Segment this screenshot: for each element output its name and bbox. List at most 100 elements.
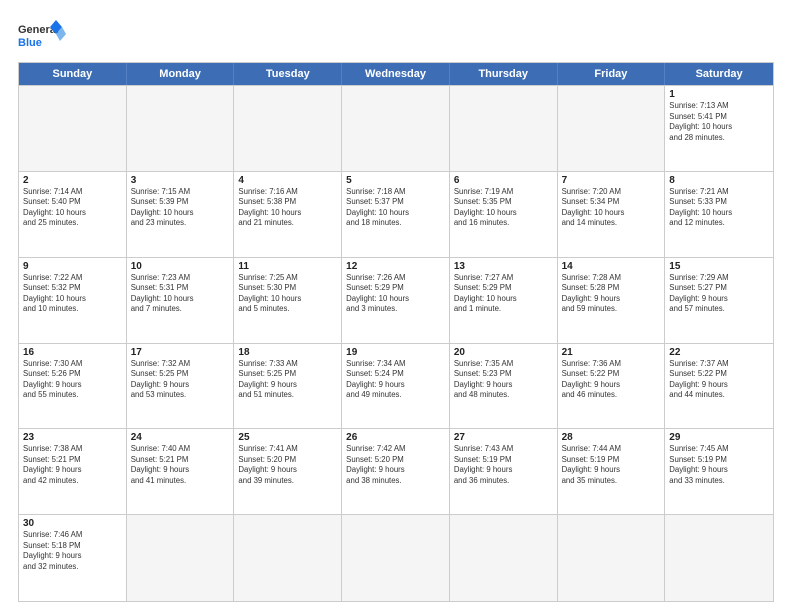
day-info: Sunrise: 7:37 AM Sunset: 5:22 PM Dayligh… [669, 359, 769, 401]
day-number: 19 [346, 347, 445, 358]
logo: General Blue [18, 18, 68, 56]
calendar-row-4: 23Sunrise: 7:38 AM Sunset: 5:21 PM Dayli… [19, 429, 773, 515]
calendar-cell-1-4: 6Sunrise: 7:19 AM Sunset: 5:35 PM Daylig… [450, 172, 558, 257]
day-info: Sunrise: 7:43 AM Sunset: 5:19 PM Dayligh… [454, 444, 553, 486]
day-number: 3 [131, 175, 230, 186]
day-info: Sunrise: 7:13 AM Sunset: 5:41 PM Dayligh… [669, 101, 769, 143]
day-info: Sunrise: 7:21 AM Sunset: 5:33 PM Dayligh… [669, 187, 769, 229]
day-info: Sunrise: 7:15 AM Sunset: 5:39 PM Dayligh… [131, 187, 230, 229]
day-number: 18 [238, 347, 337, 358]
calendar-cell-5-3 [342, 515, 450, 601]
day-info: Sunrise: 7:38 AM Sunset: 5:21 PM Dayligh… [23, 444, 122, 486]
day-info: Sunrise: 7:14 AM Sunset: 5:40 PM Dayligh… [23, 187, 122, 229]
calendar-cell-2-1: 10Sunrise: 7:23 AM Sunset: 5:31 PM Dayli… [127, 258, 235, 343]
day-info: Sunrise: 7:42 AM Sunset: 5:20 PM Dayligh… [346, 444, 445, 486]
day-number: 9 [23, 261, 122, 272]
calendar-cell-5-0: 30Sunrise: 7:46 AM Sunset: 5:18 PM Dayli… [19, 515, 127, 601]
calendar-cell-0-6: 1Sunrise: 7:13 AM Sunset: 5:41 PM Daylig… [665, 86, 773, 171]
day-info: Sunrise: 7:32 AM Sunset: 5:25 PM Dayligh… [131, 359, 230, 401]
calendar-cell-3-4: 20Sunrise: 7:35 AM Sunset: 5:23 PM Dayli… [450, 344, 558, 429]
day-info: Sunrise: 7:41 AM Sunset: 5:20 PM Dayligh… [238, 444, 337, 486]
calendar-row-3: 16Sunrise: 7:30 AM Sunset: 5:26 PM Dayli… [19, 344, 773, 430]
calendar-row-2: 9Sunrise: 7:22 AM Sunset: 5:32 PM Daylig… [19, 258, 773, 344]
day-number: 23 [23, 432, 122, 443]
calendar-cell-0-1 [127, 86, 235, 171]
day-number: 24 [131, 432, 230, 443]
calendar-cell-2-3: 12Sunrise: 7:26 AM Sunset: 5:29 PM Dayli… [342, 258, 450, 343]
calendar-cell-5-4 [450, 515, 558, 601]
calendar-cell-3-6: 22Sunrise: 7:37 AM Sunset: 5:22 PM Dayli… [665, 344, 773, 429]
day-number: 8 [669, 175, 769, 186]
calendar-cell-0-2 [234, 86, 342, 171]
day-info: Sunrise: 7:25 AM Sunset: 5:30 PM Dayligh… [238, 273, 337, 315]
calendar: SundayMondayTuesdayWednesdayThursdayFrid… [18, 62, 774, 602]
calendar-cell-4-5: 28Sunrise: 7:44 AM Sunset: 5:19 PM Dayli… [558, 429, 666, 514]
calendar-cell-2-5: 14Sunrise: 7:28 AM Sunset: 5:28 PM Dayli… [558, 258, 666, 343]
calendar-cell-4-2: 25Sunrise: 7:41 AM Sunset: 5:20 PM Dayli… [234, 429, 342, 514]
calendar-cell-1-0: 2Sunrise: 7:14 AM Sunset: 5:40 PM Daylig… [19, 172, 127, 257]
day-number: 13 [454, 261, 553, 272]
day-info: Sunrise: 7:22 AM Sunset: 5:32 PM Dayligh… [23, 273, 122, 315]
calendar-cell-0-3 [342, 86, 450, 171]
calendar-cell-2-2: 11Sunrise: 7:25 AM Sunset: 5:30 PM Dayli… [234, 258, 342, 343]
weekday-header-saturday: Saturday [665, 63, 773, 85]
day-info: Sunrise: 7:29 AM Sunset: 5:27 PM Dayligh… [669, 273, 769, 315]
weekday-header-thursday: Thursday [450, 63, 558, 85]
day-number: 12 [346, 261, 445, 272]
calendar-row-1: 2Sunrise: 7:14 AM Sunset: 5:40 PM Daylig… [19, 172, 773, 258]
day-info: Sunrise: 7:27 AM Sunset: 5:29 PM Dayligh… [454, 273, 553, 315]
calendar-cell-3-1: 17Sunrise: 7:32 AM Sunset: 5:25 PM Dayli… [127, 344, 235, 429]
calendar-cell-4-6: 29Sunrise: 7:45 AM Sunset: 5:19 PM Dayli… [665, 429, 773, 514]
day-number: 17 [131, 347, 230, 358]
day-number: 15 [669, 261, 769, 272]
calendar-cell-4-0: 23Sunrise: 7:38 AM Sunset: 5:21 PM Dayli… [19, 429, 127, 514]
day-info: Sunrise: 7:18 AM Sunset: 5:37 PM Dayligh… [346, 187, 445, 229]
calendar-cell-4-1: 24Sunrise: 7:40 AM Sunset: 5:21 PM Dayli… [127, 429, 235, 514]
calendar-cell-0-4 [450, 86, 558, 171]
day-number: 21 [562, 347, 661, 358]
calendar-cell-2-4: 13Sunrise: 7:27 AM Sunset: 5:29 PM Dayli… [450, 258, 558, 343]
calendar-cell-3-2: 18Sunrise: 7:33 AM Sunset: 5:25 PM Dayli… [234, 344, 342, 429]
day-number: 29 [669, 432, 769, 443]
calendar-cell-1-6: 8Sunrise: 7:21 AM Sunset: 5:33 PM Daylig… [665, 172, 773, 257]
calendar-cell-1-2: 4Sunrise: 7:16 AM Sunset: 5:38 PM Daylig… [234, 172, 342, 257]
day-number: 4 [238, 175, 337, 186]
calendar-cell-3-0: 16Sunrise: 7:30 AM Sunset: 5:26 PM Dayli… [19, 344, 127, 429]
day-number: 20 [454, 347, 553, 358]
day-info: Sunrise: 7:28 AM Sunset: 5:28 PM Dayligh… [562, 273, 661, 315]
day-number: 10 [131, 261, 230, 272]
day-info: Sunrise: 7:40 AM Sunset: 5:21 PM Dayligh… [131, 444, 230, 486]
calendar-cell-2-6: 15Sunrise: 7:29 AM Sunset: 5:27 PM Dayli… [665, 258, 773, 343]
day-info: Sunrise: 7:23 AM Sunset: 5:31 PM Dayligh… [131, 273, 230, 315]
calendar-cell-1-5: 7Sunrise: 7:20 AM Sunset: 5:34 PM Daylig… [558, 172, 666, 257]
day-info: Sunrise: 7:33 AM Sunset: 5:25 PM Dayligh… [238, 359, 337, 401]
day-info: Sunrise: 7:20 AM Sunset: 5:34 PM Dayligh… [562, 187, 661, 229]
calendar-cell-1-1: 3Sunrise: 7:15 AM Sunset: 5:39 PM Daylig… [127, 172, 235, 257]
page-header: General Blue [18, 18, 774, 56]
day-info: Sunrise: 7:35 AM Sunset: 5:23 PM Dayligh… [454, 359, 553, 401]
day-number: 25 [238, 432, 337, 443]
day-number: 7 [562, 175, 661, 186]
weekday-header-wednesday: Wednesday [342, 63, 450, 85]
day-number: 11 [238, 261, 337, 272]
day-number: 30 [23, 518, 122, 529]
calendar-cell-0-0 [19, 86, 127, 171]
day-info: Sunrise: 7:30 AM Sunset: 5:26 PM Dayligh… [23, 359, 122, 401]
day-number: 6 [454, 175, 553, 186]
day-number: 14 [562, 261, 661, 272]
calendar-row-0: 1Sunrise: 7:13 AM Sunset: 5:41 PM Daylig… [19, 86, 773, 172]
day-number: 5 [346, 175, 445, 186]
weekday-header-monday: Monday [127, 63, 235, 85]
day-number: 2 [23, 175, 122, 186]
calendar-cell-3-5: 21Sunrise: 7:36 AM Sunset: 5:22 PM Dayli… [558, 344, 666, 429]
day-number: 1 [669, 89, 769, 100]
calendar-cell-5-2 [234, 515, 342, 601]
calendar-cell-0-5 [558, 86, 666, 171]
weekday-header-friday: Friday [558, 63, 666, 85]
day-number: 16 [23, 347, 122, 358]
calendar-cell-5-1 [127, 515, 235, 601]
calendar-cell-2-0: 9Sunrise: 7:22 AM Sunset: 5:32 PM Daylig… [19, 258, 127, 343]
day-info: Sunrise: 7:45 AM Sunset: 5:19 PM Dayligh… [669, 444, 769, 486]
calendar-cell-4-4: 27Sunrise: 7:43 AM Sunset: 5:19 PM Dayli… [450, 429, 558, 514]
weekday-header-tuesday: Tuesday [234, 63, 342, 85]
